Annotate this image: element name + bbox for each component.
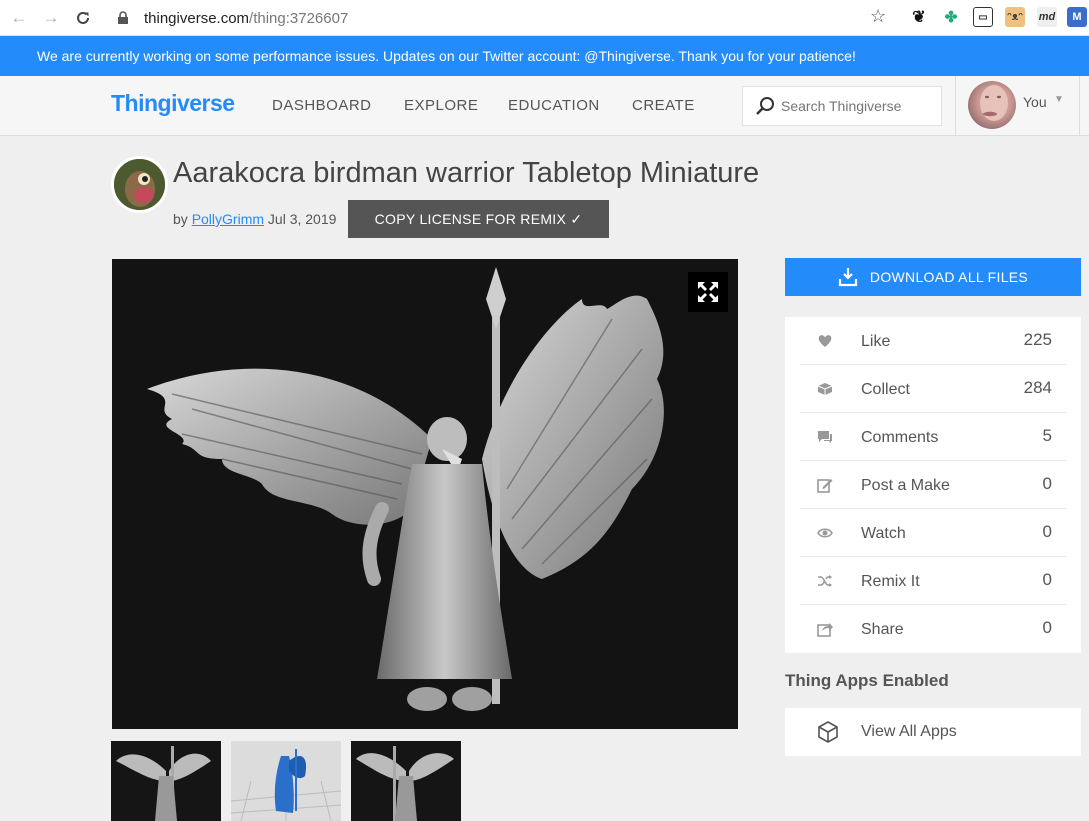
byline: by PollyGrimm Jul 3, 2019 [173, 211, 336, 227]
stat-count: 0 [1042, 522, 1052, 541]
stat-label: Comments [861, 429, 939, 446]
download-label: DOWNLOAD ALL FILES [869, 269, 1029, 285]
site-header: Thingiverse DASHBOARD EXPLORE EDUCATION … [0, 76, 1089, 136]
shuffle-icon [818, 575, 832, 587]
bookmark-star-icon[interactable]: ☆ [870, 6, 886, 27]
browser-toolbar: ← → thingiverse.com/thing:3726607 ☆ ❦ ✤ … [0, 0, 1089, 36]
stat-count: 5 [1042, 426, 1052, 445]
stat-label: Remix It [861, 573, 920, 590]
user-name[interactable]: You [1023, 94, 1047, 110]
search-icon [756, 97, 774, 115]
copy-license-button[interactable]: COPY LICENSE FOR REMIX ✓ [348, 200, 609, 238]
stat-count: 0 [1042, 474, 1052, 493]
stat-label: Post a Make [861, 477, 950, 494]
reload-icon[interactable] [70, 5, 96, 31]
user-avatar[interactable] [968, 81, 1016, 129]
chevron-down-icon[interactable]: ▼ [1054, 94, 1064, 105]
stat-count: 0 [1042, 618, 1052, 637]
back-icon[interactable]: ← [6, 5, 32, 31]
lock-icon [118, 11, 128, 24]
stat-share[interactable]: Share 0 [800, 605, 1066, 653]
nav-create[interactable]: CREATE [632, 97, 695, 114]
expand-icon [698, 282, 718, 302]
comments-icon [818, 431, 832, 443]
view-all-apps-link[interactable]: View All Apps [785, 708, 1081, 756]
nav-dashboard[interactable]: DASHBOARD [272, 97, 372, 114]
stat-count: 225 [1023, 330, 1052, 349]
miniature-render [147, 267, 664, 711]
search-input[interactable] [781, 98, 941, 114]
collect-icon [817, 383, 833, 395]
stat-label: Like [861, 333, 891, 350]
stat-count: 284 [1023, 378, 1052, 397]
stat-collect[interactable]: Collect 284 [800, 365, 1066, 413]
download-icon [838, 268, 858, 287]
stat-label: Collect [861, 381, 910, 398]
extension-m-icon[interactable]: M [1067, 7, 1087, 27]
cube-icon [818, 721, 838, 743]
forward-icon[interactable]: → [38, 5, 64, 31]
stat-comments[interactable]: Comments 5 [800, 413, 1066, 461]
stat-label: Share [861, 621, 904, 638]
thumbnail-1[interactable] [111, 741, 221, 821]
stat-count: 0 [1042, 570, 1052, 589]
thumbnail-2[interactable] [231, 741, 341, 821]
address-bar[interactable]: thingiverse.com/thing:3726607 [110, 4, 900, 32]
url-host: thingiverse.com [144, 9, 250, 27]
thumbnail-3[interactable] [351, 741, 461, 821]
stat-watch[interactable]: Watch 0 [800, 509, 1066, 557]
page-title: Aarakocra birdman warrior Tabletop Minia… [173, 157, 760, 189]
announcement-banner: We are currently working on some perform… [0, 36, 1089, 76]
stat-label: Watch [861, 525, 906, 542]
extension-gnome-icon[interactable]: ❦ [909, 7, 929, 27]
url-path: /thing:3726607 [249, 9, 349, 27]
search-box[interactable] [742, 86, 942, 126]
download-all-button[interactable]: DOWNLOAD ALL FILES [785, 258, 1081, 296]
eye-icon [817, 528, 833, 538]
user-menu[interactable]: You ▼ [955, 76, 1080, 136]
extension-screen-icon[interactable]: ▭ [973, 7, 993, 27]
author-avatar[interactable] [111, 156, 168, 213]
share-icon [817, 623, 833, 637]
heart-icon [818, 335, 832, 347]
nav-explore[interactable]: EXPLORE [404, 97, 478, 114]
extension-md-icon[interactable]: md [1037, 7, 1057, 27]
stat-remix[interactable]: Remix It 0 [800, 557, 1066, 605]
apps-label: View All Apps [861, 723, 957, 740]
publish-date: Jul 3, 2019 [267, 211, 337, 227]
nav-education[interactable]: EDUCATION [508, 97, 600, 114]
post-make-icon [817, 479, 833, 493]
author-link[interactable]: PollyGrimm [192, 211, 264, 227]
fullscreen-button[interactable] [688, 272, 728, 312]
apps-heading: Thing Apps Enabled [785, 671, 949, 690]
extension-puzzle-icon[interactable]: ✤ [941, 7, 961, 27]
stat-like[interactable]: Like 225 [800, 317, 1066, 365]
byline-by: by [173, 211, 188, 227]
extension-face-icon[interactable]: ᵔᴥᵔ [1005, 7, 1025, 27]
main-model-image[interactable] [112, 259, 738, 729]
stats-panel: Like 225 Collect 284 Comments 5 Post a M… [785, 317, 1081, 653]
thingiverse-logo[interactable]: Thingiverse [111, 90, 235, 117]
stat-post-make[interactable]: Post a Make 0 [800, 461, 1066, 509]
